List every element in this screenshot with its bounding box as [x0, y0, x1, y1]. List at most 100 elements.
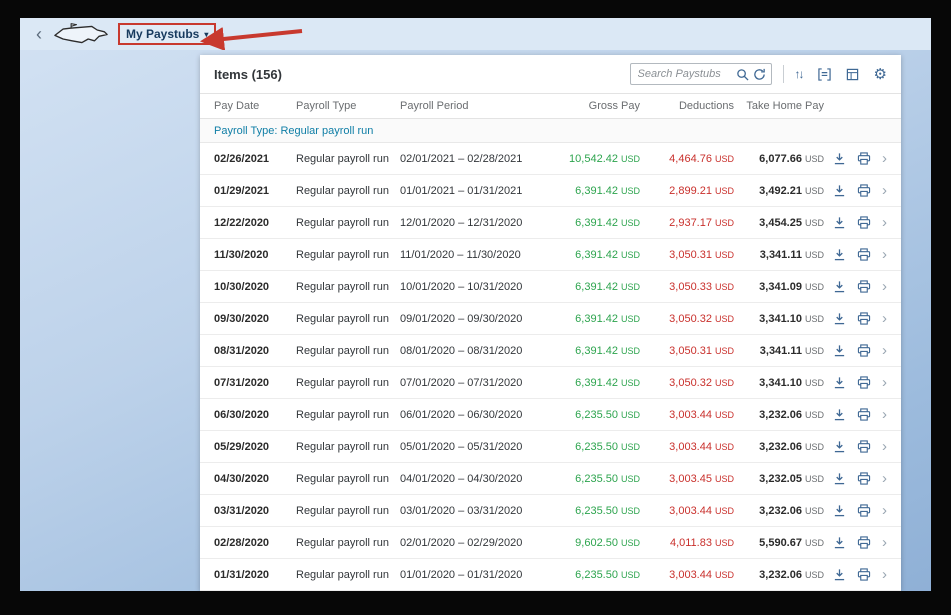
- payroll-type-cell: Regular payroll run: [296, 537, 400, 549]
- row-actions: ›: [824, 247, 887, 262]
- table-row[interactable]: 01/31/2020 Regular payroll run 01/01/202…: [200, 559, 901, 591]
- app-title-dropdown[interactable]: My Paystubs ▾: [126, 27, 208, 41]
- payroll-type-cell: Regular payroll run: [296, 281, 400, 293]
- download-icon[interactable]: [833, 184, 846, 197]
- print-icon[interactable]: [857, 184, 871, 197]
- print-icon[interactable]: [857, 472, 871, 485]
- chevron-right-icon[interactable]: ›: [882, 503, 887, 518]
- chevron-right-icon[interactable]: ›: [882, 375, 887, 390]
- gross-pay-cell: 6,235.50USD: [550, 409, 640, 421]
- settings-icon[interactable]: ⚙: [874, 67, 887, 82]
- refresh-icon[interactable]: [753, 68, 766, 81]
- print-icon[interactable]: [857, 568, 871, 581]
- payroll-period-cell: 12/01/2020 – 12/31/2020: [400, 217, 550, 229]
- deductions-cell: 3,003.45USD: [640, 473, 734, 485]
- take-home-pay-cell: 3,341.09USD: [734, 281, 824, 293]
- download-icon[interactable]: [833, 440, 846, 453]
- download-icon[interactable]: [833, 408, 846, 421]
- chevron-right-icon[interactable]: ›: [882, 471, 887, 486]
- print-icon[interactable]: [857, 504, 871, 517]
- download-icon[interactable]: [833, 344, 846, 357]
- table-row[interactable]: 11/30/2020 Regular payroll run 11/01/202…: [200, 239, 901, 271]
- deductions-cell: 3,050.31USD: [640, 345, 734, 357]
- print-icon[interactable]: [857, 440, 871, 453]
- gross-pay-cell: 6,391.42USD: [550, 313, 640, 325]
- payroll-period-cell: 01/01/2021 – 01/31/2021: [400, 185, 550, 197]
- deductions-cell: 4,464.76USD: [640, 153, 734, 165]
- print-icon[interactable]: [857, 408, 871, 421]
- toolbar-divider: [783, 65, 784, 83]
- take-home-pay-cell: 3,454.25USD: [734, 217, 824, 229]
- download-icon[interactable]: [833, 472, 846, 485]
- download-icon[interactable]: [833, 216, 846, 229]
- chevron-right-icon[interactable]: ›: [882, 183, 887, 198]
- gross-pay-cell: 6,235.50USD: [550, 441, 640, 453]
- download-icon[interactable]: [833, 152, 846, 165]
- print-icon[interactable]: [857, 152, 871, 165]
- print-icon[interactable]: [857, 280, 871, 293]
- table-row[interactable]: 12/22/2020 Regular payroll run 12/01/202…: [200, 207, 901, 239]
- table-row[interactable]: 01/29/2021 Regular payroll run 01/01/202…: [200, 175, 901, 207]
- table-row[interactable]: 09/30/2020 Regular payroll run 09/01/202…: [200, 303, 901, 335]
- print-icon[interactable]: [857, 536, 871, 549]
- payroll-type-cell: Regular payroll run: [296, 409, 400, 421]
- payroll-period-cell: 04/01/2020 – 04/30/2020: [400, 473, 550, 485]
- search-icon[interactable]: [736, 68, 749, 81]
- print-icon[interactable]: [857, 344, 871, 357]
- download-icon[interactable]: [833, 312, 846, 325]
- chevron-right-icon[interactable]: ›: [882, 215, 887, 230]
- table-row[interactable]: 04/30/2020 Regular payroll run 04/01/202…: [200, 463, 901, 495]
- chevron-right-icon[interactable]: ›: [882, 247, 887, 262]
- print-icon[interactable]: [857, 376, 871, 389]
- gross-pay-cell: 6,391.42USD: [550, 345, 640, 357]
- download-icon[interactable]: [833, 280, 846, 293]
- print-icon[interactable]: [857, 248, 871, 261]
- take-home-pay-cell: 3,232.06USD: [734, 505, 824, 517]
- gross-pay-cell: 6,391.42USD: [550, 281, 640, 293]
- pay-date-cell: 02/26/2021: [214, 153, 296, 165]
- gross-pay-cell: 6,235.50USD: [550, 505, 640, 517]
- row-actions: ›: [824, 535, 887, 550]
- personalize-icon[interactable]: [818, 68, 831, 81]
- payroll-period-cell: 07/01/2020 – 07/31/2020: [400, 377, 550, 389]
- gross-pay-cell: 10,542.42USD: [550, 153, 640, 165]
- download-icon[interactable]: [833, 376, 846, 389]
- chevron-right-icon[interactable]: ›: [882, 567, 887, 582]
- download-icon[interactable]: [833, 536, 846, 549]
- chevron-right-icon[interactable]: ›: [882, 279, 887, 294]
- row-actions: ›: [824, 567, 887, 582]
- sort-icon[interactable]: ↑↓: [795, 67, 803, 81]
- print-icon[interactable]: [857, 312, 871, 325]
- table-row[interactable]: 03/31/2020 Regular payroll run 03/01/202…: [200, 495, 901, 527]
- back-button[interactable]: ‹: [32, 25, 46, 43]
- table-row[interactable]: 08/31/2020 Regular payroll run 08/01/202…: [200, 335, 901, 367]
- payroll-period-cell: 10/01/2020 – 10/31/2020: [400, 281, 550, 293]
- chevron-right-icon[interactable]: ›: [882, 439, 887, 454]
- chevron-right-icon[interactable]: ›: [882, 151, 887, 166]
- table-row[interactable]: 10/30/2020 Regular payroll run 10/01/202…: [200, 271, 901, 303]
- chevron-right-icon[interactable]: ›: [882, 343, 887, 358]
- chevron-right-icon[interactable]: ›: [882, 311, 887, 326]
- deductions-cell: 2,899.21USD: [640, 185, 734, 197]
- download-icon[interactable]: [833, 568, 846, 581]
- download-icon[interactable]: [833, 248, 846, 261]
- table-row[interactable]: 02/26/2021 Regular payroll run 02/01/202…: [200, 143, 901, 175]
- chevron-right-icon[interactable]: ›: [882, 407, 887, 422]
- table-row[interactable]: 05/29/2020 Regular payroll run 05/01/202…: [200, 431, 901, 463]
- table-row[interactable]: 06/30/2020 Regular payroll run 06/01/202…: [200, 399, 901, 431]
- search-input[interactable]: [638, 68, 732, 80]
- export-icon[interactable]: [846, 68, 859, 81]
- app-screen: ‹ My Paystubs ▾: [20, 18, 931, 591]
- pay-date-cell: 08/31/2020: [214, 345, 296, 357]
- payroll-period-cell: 02/01/2020 – 02/29/2020: [400, 537, 550, 549]
- chevron-right-icon[interactable]: ›: [882, 535, 887, 550]
- take-home-pay-cell: 3,341.11USD: [734, 249, 824, 261]
- print-icon[interactable]: [857, 216, 871, 229]
- deductions-cell: 3,050.32USD: [640, 377, 734, 389]
- table-row[interactable]: 02/28/2020 Regular payroll run 02/01/202…: [200, 527, 901, 559]
- download-icon[interactable]: [833, 504, 846, 517]
- pay-date-cell: 01/31/2020: [214, 569, 296, 581]
- deductions-cell: 3,003.44USD: [640, 441, 734, 453]
- gross-pay-cell: 6,391.42USD: [550, 185, 640, 197]
- table-row[interactable]: 07/31/2020 Regular payroll run 07/01/202…: [200, 367, 901, 399]
